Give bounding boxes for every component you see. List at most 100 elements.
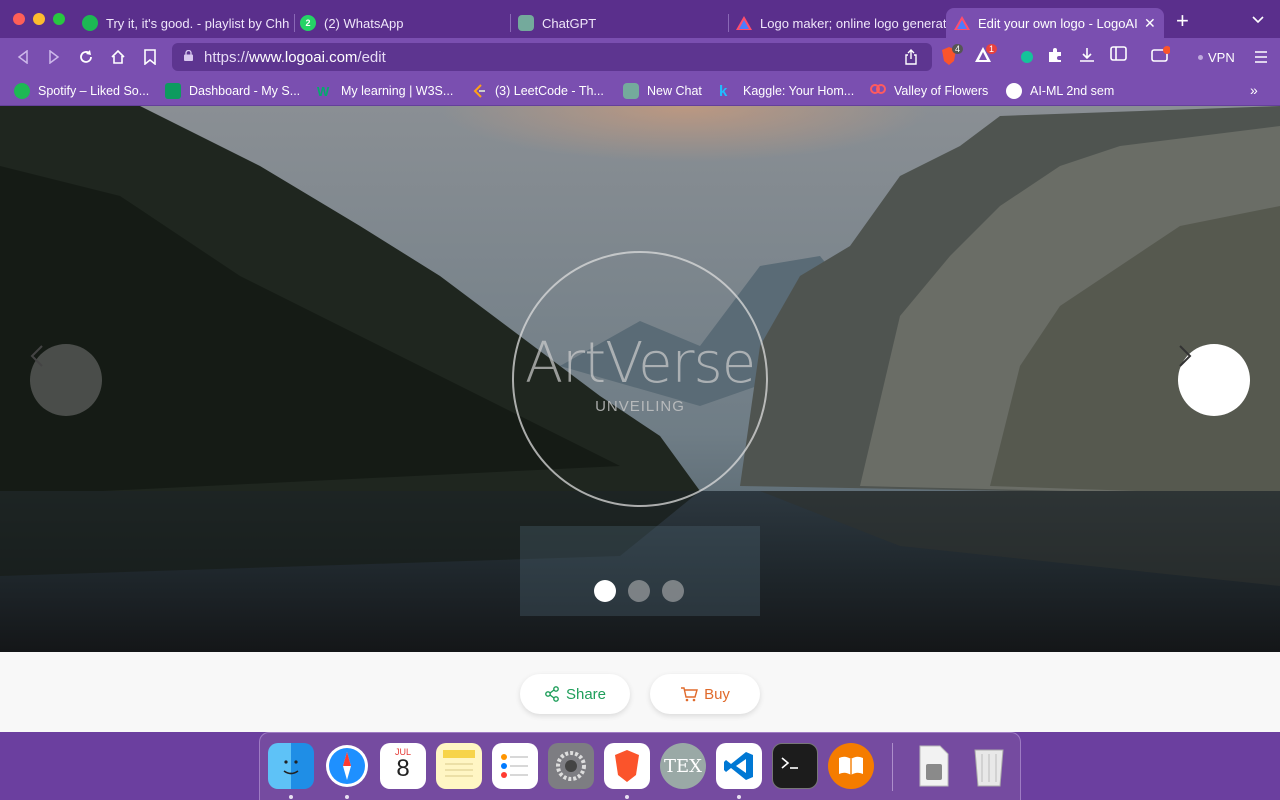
running-indicator — [625, 795, 629, 799]
logo-preview-carousel: ArtVerse UNVEILING — [0, 106, 1280, 652]
bookmark-label: (3) LeetCode - Th... — [495, 84, 604, 98]
bookmark-label: AI-ML 2nd sem — [1030, 84, 1115, 98]
globe-icon — [1006, 83, 1022, 99]
tab-label: (2) WhatsApp — [324, 15, 404, 31]
tex-label: TEX — [664, 755, 702, 777]
home-button[interactable] — [107, 46, 129, 68]
share-label: Share — [565, 685, 607, 703]
close-tab-icon[interactable]: ✕ — [1144, 15, 1156, 32]
tab-label: Edit your own logo - LogoAI — [978, 15, 1138, 31]
tab-label: Logo maker; online logo generat — [760, 15, 946, 31]
brave-rewards-icon[interactable]: 1 — [974, 44, 998, 68]
vpn-button[interactable]: VPN — [1190, 47, 1243, 67]
brave-shields-icon[interactable]: 4 — [940, 44, 964, 68]
cart-icon — [681, 687, 698, 702]
share-button[interactable]: Share — [520, 674, 630, 714]
buy-button[interactable]: Buy — [650, 674, 760, 714]
spotify-icon — [82, 15, 98, 31]
safari-icon[interactable] — [324, 743, 370, 789]
whatsapp-icon: 2 — [300, 15, 316, 31]
bookmark-w3schools[interactable]: W My learning | W3S... — [317, 80, 453, 102]
w3schools-icon: W — [317, 83, 330, 99]
bookmark-ai-ml[interactable]: AI-ML 2nd sem — [1006, 80, 1114, 102]
previous-slide-button[interactable] — [30, 344, 102, 416]
bookmarks-bar: Spotify – Liked So... Dashboard - My S..… — [0, 76, 1280, 106]
bookmark-label: Spotify – Liked So... — [38, 84, 150, 98]
dock: JUL 8 TEX — [259, 732, 1021, 800]
leetcode-icon — [471, 83, 487, 99]
reminders-icon[interactable] — [492, 743, 538, 789]
running-indicator — [737, 795, 741, 799]
calendar-icon[interactable]: JUL 8 — [380, 743, 426, 789]
next-slide-button[interactable] — [1178, 344, 1250, 416]
url-scheme: https:// — [204, 48, 250, 66]
close-window-button[interactable] — [13, 13, 25, 25]
slide-indicator-2[interactable] — [628, 580, 650, 602]
rewards-badge: 1 — [986, 44, 998, 54]
bookmark-kaggle[interactable]: k Kaggle: Your Hom... — [719, 80, 854, 102]
calendar-day: 8 — [396, 755, 410, 782]
books-icon[interactable] — [828, 743, 874, 789]
new-tab-button[interactable]: + — [1176, 10, 1189, 32]
notes-icon[interactable] — [436, 743, 482, 789]
terminal-icon[interactable] — [772, 743, 818, 789]
bookmark-new-chat[interactable]: New Chat — [623, 80, 702, 102]
slide-indicators — [594, 580, 684, 602]
url-path: /edit — [357, 48, 386, 66]
bookmark-button[interactable] — [139, 46, 161, 68]
bookmark-spotify[interactable]: Spotify – Liked So... — [14, 80, 149, 102]
slide-indicator-3[interactable] — [662, 580, 684, 602]
kaggle-icon: k — [719, 82, 728, 100]
tab-label: ChatGPT — [542, 15, 597, 31]
chatgpt-icon — [518, 15, 534, 31]
buy-label: Buy — [704, 685, 730, 703]
back-button[interactable] — [12, 46, 34, 68]
flower-icon — [870, 83, 886, 99]
tab-strip: Try it, it's good. - playlist by Chh 2 (… — [0, 0, 1280, 40]
vpn-label: VPN — [1208, 49, 1235, 65]
url-host: www.logoai.com — [249, 48, 358, 66]
share-page-icon[interactable] — [904, 49, 918, 65]
chevron-right-icon — [1179, 345, 1192, 367]
brave-badge: 4 — [952, 44, 964, 54]
dock-divider — [892, 743, 893, 791]
tab-spotify[interactable]: Try it, it's good. - playlist by Chh — [74, 8, 292, 38]
tab-label: Try it, it's good. - playlist by Chh — [106, 15, 290, 31]
trash-icon[interactable] — [966, 743, 1012, 789]
bookmark-label: My learning | W3S... — [341, 84, 454, 98]
reload-button[interactable] — [75, 46, 97, 68]
tab-edit-logo[interactable]: Edit your own logo - LogoAI ✕ — [946, 8, 1164, 38]
sidebar-icon[interactable] — [1110, 46, 1132, 68]
downloads-icon[interactable] — [910, 743, 956, 789]
zoom-window-button[interactable] — [53, 13, 65, 25]
logoai-icon — [954, 15, 970, 31]
share-icon — [545, 686, 559, 702]
extension-grammarly-icon[interactable] — [1016, 46, 1038, 68]
brave-icon[interactable] — [604, 743, 650, 789]
logoai-icon — [736, 15, 752, 31]
more-bookmarks-button[interactable]: » — [1250, 82, 1258, 98]
chevron-down-icon[interactable] — [1252, 12, 1264, 27]
bookmark-label: Kaggle: Your Hom... — [743, 84, 855, 98]
bookmark-label: Dashboard - My S... — [189, 84, 301, 98]
menu-icon[interactable] — [1250, 46, 1272, 68]
forward-button[interactable] — [43, 46, 65, 68]
bookmark-valley-of-flowers[interactable]: Valley of Flowers — [870, 80, 988, 102]
bookmark-leetcode[interactable]: (3) LeetCode - Th... — [471, 80, 604, 102]
tab-logo-maker[interactable]: Logo maker; online logo generat — [728, 8, 946, 38]
download-icon[interactable] — [1078, 46, 1100, 68]
finder-icon[interactable] — [268, 743, 314, 789]
address-bar[interactable]: https://www.logoai.com/edit — [172, 43, 932, 71]
bookmark-dashboard[interactable]: Dashboard - My S... — [165, 80, 300, 102]
system-preferences-icon[interactable] — [548, 743, 594, 789]
extensions-puzzle-icon[interactable] — [1046, 46, 1068, 68]
vscode-icon[interactable] — [716, 743, 762, 789]
slide-indicator-1[interactable] — [594, 580, 616, 602]
tab-chatgpt[interactable]: ChatGPT — [510, 8, 728, 38]
logo-title: ArtVerse — [524, 331, 756, 396]
minimize-window-button[interactable] — [33, 13, 45, 25]
browser-toolbar: https://www.logoai.com/edit 4 1 VPN — [0, 38, 1280, 76]
tab-whatsapp[interactable]: 2 (2) WhatsApp — [292, 8, 510, 38]
tex-icon[interactable]: TEX — [660, 743, 706, 789]
wallet-icon[interactable] — [1150, 46, 1172, 68]
